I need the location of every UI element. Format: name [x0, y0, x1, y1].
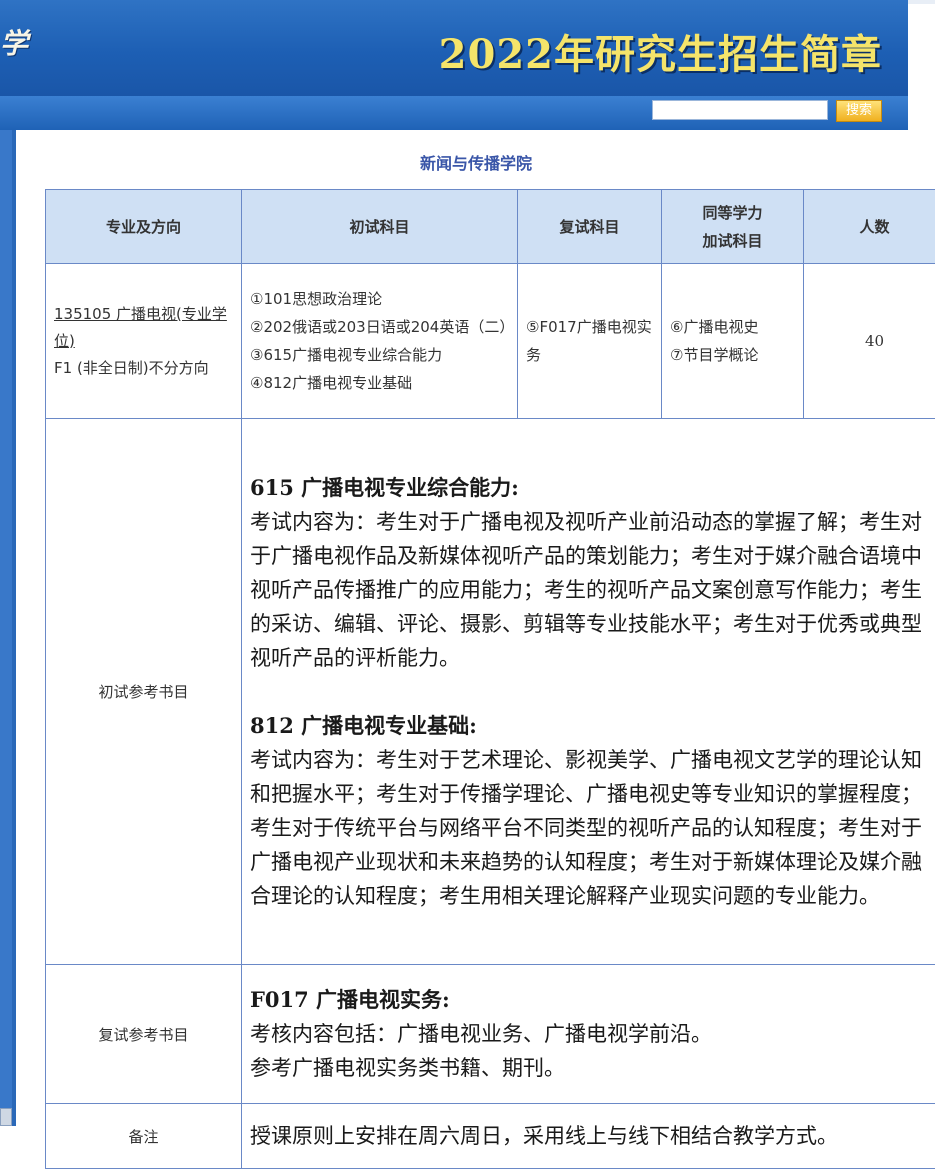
- major-link[interactable]: 135105 广播电视(专业学位): [54, 305, 227, 350]
- enrollment-table: 专业及方向 初试科目 复试科目 同等学力 加试科目 人数 135105 广播电视…: [45, 189, 935, 1169]
- extra-subjects-cell: ⑥广播电视史 ⑦节目学概论: [662, 264, 804, 419]
- notes-text: 授课原则上安排在周六周日，采用线上与线下相结合教学方式。: [242, 1104, 935, 1169]
- initial-subject-4: ④812广播电视专业基础: [250, 369, 509, 397]
- retest-refs-content: F017 广播电视实务: 考核内容包括：广播电视业务、广播电视学前沿。 参考广播…: [242, 965, 935, 1104]
- initial-refs-label: 初试参考书目: [46, 419, 242, 965]
- header-major: 专业及方向: [46, 190, 242, 264]
- scrollbar-handle[interactable]: [0, 1108, 12, 1126]
- table-row: 135105 广播电视(专业学位) F1 (非全日制)不分方向 ①101思想政治…: [46, 264, 935, 419]
- initial-refs-content: 615 广播电视专业综合能力: 考试内容为：考生对于广播电视及视听产业前沿动态的…: [242, 419, 935, 965]
- college-heading: 新闻与传播学院: [420, 150, 532, 174]
- initial-subject-2: ②202俄语或203日语或204英语（二）: [250, 313, 509, 341]
- extra-subject-1: ⑥广播电视史: [670, 313, 795, 341]
- header-initial-subjects: 初试科目: [242, 190, 518, 264]
- ref-f017-line2: 参考广播电视实务类书籍、期刊。: [250, 1051, 935, 1085]
- ref-812-body: 考试内容为：考生对于艺术理论、影视美学、广播电视文艺学的理论认知和把握水平；考生…: [250, 743, 935, 913]
- university-logo[interactable]: 学: [0, 22, 28, 62]
- retest-refs-row: 复试参考书目 F017 广播电视实务: 考核内容包括：广播电视业务、广播电视学前…: [46, 965, 935, 1104]
- initial-subjects-cell: ①101思想政治理论 ②202俄语或203日语或204英语（二） ③615广播电…: [242, 264, 518, 419]
- header-count: 人数: [804, 190, 935, 264]
- notes-label: 备注: [46, 1104, 242, 1169]
- search-input[interactable]: [652, 100, 828, 120]
- extra-subject-2: ⑦节目学概论: [670, 341, 795, 369]
- header-extra-line1: 同等学力: [663, 199, 802, 227]
- page-title: 2022年研究生招生简章: [439, 22, 882, 80]
- notes-row: 备注 授课原则上安排在周六周日，采用线上与线下相结合教学方式。: [46, 1104, 935, 1169]
- retest-subject-cell: ⑤F017广播电视实务: [518, 264, 662, 419]
- ref-f017-heading: F017 广播电视实务:: [250, 983, 935, 1017]
- major-mode: F1 (非全日制)不分方向: [54, 355, 233, 382]
- ref-812-heading: 812 广播电视专业基础:: [250, 709, 935, 743]
- ref-f017-line1: 考核内容包括：广播电视业务、广播电视学前沿。: [250, 1017, 935, 1051]
- site-banner: 学 2022年研究生招生简章: [0, 0, 908, 99]
- table-header-row: 专业及方向 初试科目 复试科目 同等学力 加试科目 人数: [46, 190, 935, 264]
- retest-refs-label: 复试参考书目: [46, 965, 242, 1104]
- header-extra-line2: 加试科目: [663, 227, 802, 255]
- initial-subject-1: ①101思想政治理论: [250, 285, 509, 313]
- search-button[interactable]: 搜索: [836, 100, 882, 122]
- major-cell: 135105 广播电视(专业学位) F1 (非全日制)不分方向: [46, 264, 242, 419]
- initial-refs-row: 初试参考书目 615 广播电视专业综合能力: 考试内容为：考生对于广播电视及视听…: [46, 419, 935, 965]
- ref-615-heading: 615 广播电视专业综合能力:: [250, 471, 935, 505]
- header-extra-subjects: 同等学力 加试科目: [662, 190, 804, 264]
- initial-subject-3: ③615广播电视专业综合能力: [250, 341, 509, 369]
- header-retest-subjects: 复试科目: [518, 190, 662, 264]
- enrollment-count: 40: [804, 264, 935, 419]
- left-sidebar-inner: [0, 130, 12, 1126]
- ref-615-body: 考试内容为：考生对于广播电视及视听产业前沿动态的掌握了解；考生对于广播电视作品及…: [250, 505, 935, 675]
